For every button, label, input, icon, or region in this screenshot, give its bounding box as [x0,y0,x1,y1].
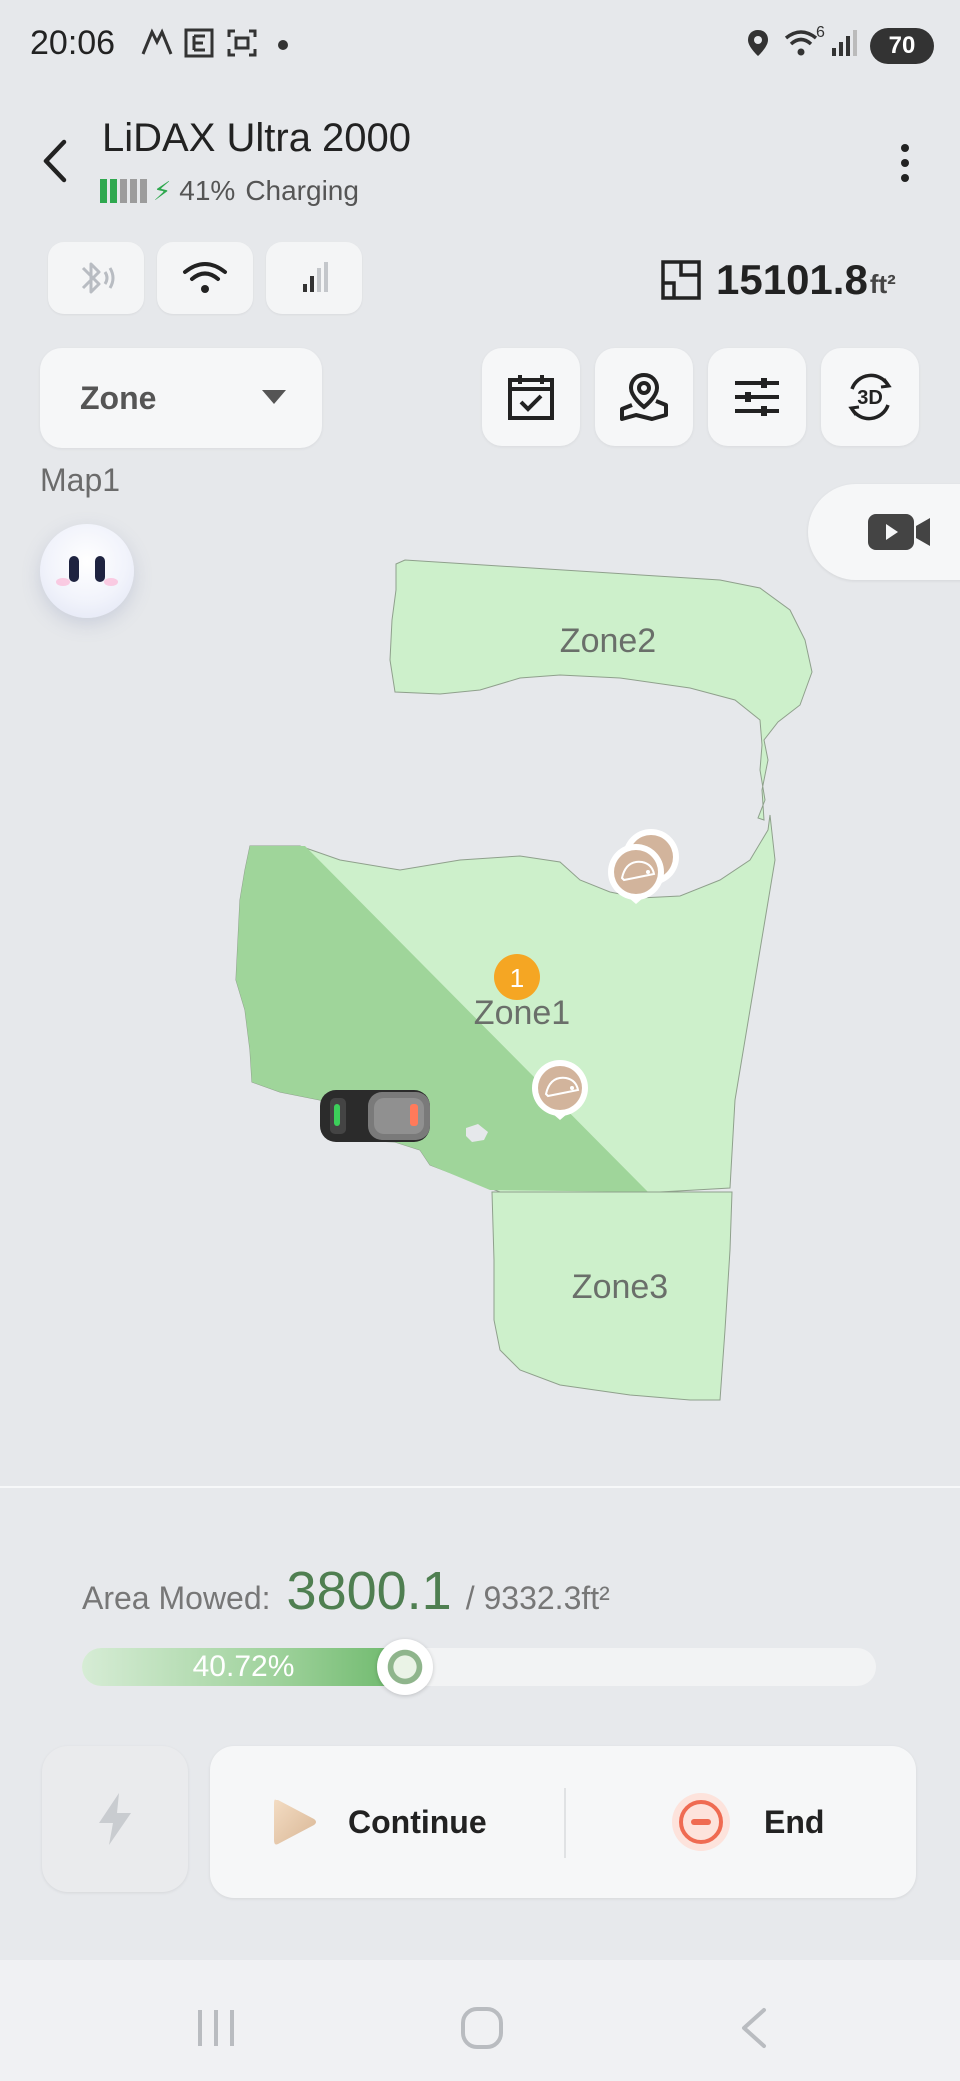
floor-plan-icon [661,260,701,300]
lightning-icon [99,1793,131,1845]
home-button[interactable] [460,2006,504,2055]
map-location-button[interactable] [595,348,693,446]
settings-button[interactable] [708,348,806,446]
location-icon [746,28,770,65]
more-options-button[interactable] [890,138,920,188]
mowing-progress-bar: 40.72% [82,1648,876,1686]
home-icon [461,2007,503,2049]
hedgehog-marker-icon[interactable] [608,829,679,904]
nav-back-icon [742,2008,766,2048]
signal-icon [830,28,862,65]
mower-robot-icon[interactable] [320,1090,430,1142]
notification-e-icon [184,28,214,65]
area-mowed-value: 3800.1 [286,1561,452,1621]
bluetooth-icon [81,262,115,294]
total-area-value: 15101.8 [716,256,868,303]
total-area: 15101.8 ft² [660,250,896,310]
schedule-button[interactable] [482,348,580,446]
zone2-label: Zone2 [560,622,656,660]
system-nav-bar [0,1960,960,2081]
continue-button[interactable]: Continue [270,1746,570,1898]
device-title: LiDAX Ultra 2000 [102,116,412,160]
notification-a-icon [140,28,174,65]
area-mowed-label: Area Mowed: [82,1580,271,1616]
progress-percent: 40.72% [192,1650,295,1683]
mowing-controls: Continue End [210,1746,916,1898]
back-button[interactable] [36,136,76,186]
mode-dropdown[interactable]: Zone [40,348,322,448]
zone-order-badge: 1 [494,954,540,1000]
total-area-unit: ft² [869,269,896,299]
svg-text:3D: 3D [857,387,883,409]
end-button[interactable]: End [670,1746,890,1898]
zone1-label: Zone1 [474,994,570,1032]
zone2-area [389,559,813,821]
charge-status: ⚡︎ 41% Charging [100,174,359,208]
map-name: Map1 [40,462,121,498]
battery-indicator: 70 [870,28,934,64]
recents-icon [198,2010,234,2046]
play-icon [274,1799,316,1845]
kebab-menu-icon [901,144,909,182]
svg-text:1: 1 [510,963,524,993]
caret-down-icon [262,390,286,404]
recent-apps-button[interactable] [194,2008,238,2053]
3d-view-icon: 3D [848,373,892,421]
map-pin-icon [620,372,668,421]
charging-label: Charging [245,175,359,206]
notification-dot-icon [278,40,288,50]
mowing-map[interactable]: Zone2 Zone1 Zone3 1 [0,540,960,1440]
screenshot-icon [226,28,258,65]
continue-label: Continue [348,1803,487,1840]
stop-minus-icon [672,1793,730,1851]
bluetooth-chip[interactable] [48,242,144,314]
battery-percent: 41% [179,175,236,206]
settings-sliders-icon [735,378,779,416]
cellular-signal-icon [303,262,328,292]
calendar-check-icon [508,375,554,420]
wifi-icon [183,262,227,293]
area-mowed-row: Area Mowed: 3800.1 / 9332.3ft² [82,1560,610,1622]
charge-button[interactable] [42,1746,188,1892]
3d-view-button[interactable]: 3D [821,348,919,446]
zone3-label: Zone3 [572,1268,668,1306]
area-total-value: / 9332.3ft² [465,1580,610,1616]
chevron-left-icon [43,139,67,183]
end-label: End [764,1803,825,1840]
system-back-button[interactable] [736,2006,770,2055]
status-time: 20:06 [30,24,116,62]
battery-level-icon [100,179,147,203]
wifi-chip[interactable] [157,242,253,314]
wifi-badge: 6 [816,24,825,41]
charging-bolt-icon: ⚡︎ [153,175,172,206]
mode-selected-value: Zone [80,380,157,416]
cellular-chip[interactable] [266,242,362,314]
progress-knob [377,1639,433,1695]
status-bar: 20:06 6 70 [0,0,960,90]
controls-divider [564,1788,566,1858]
